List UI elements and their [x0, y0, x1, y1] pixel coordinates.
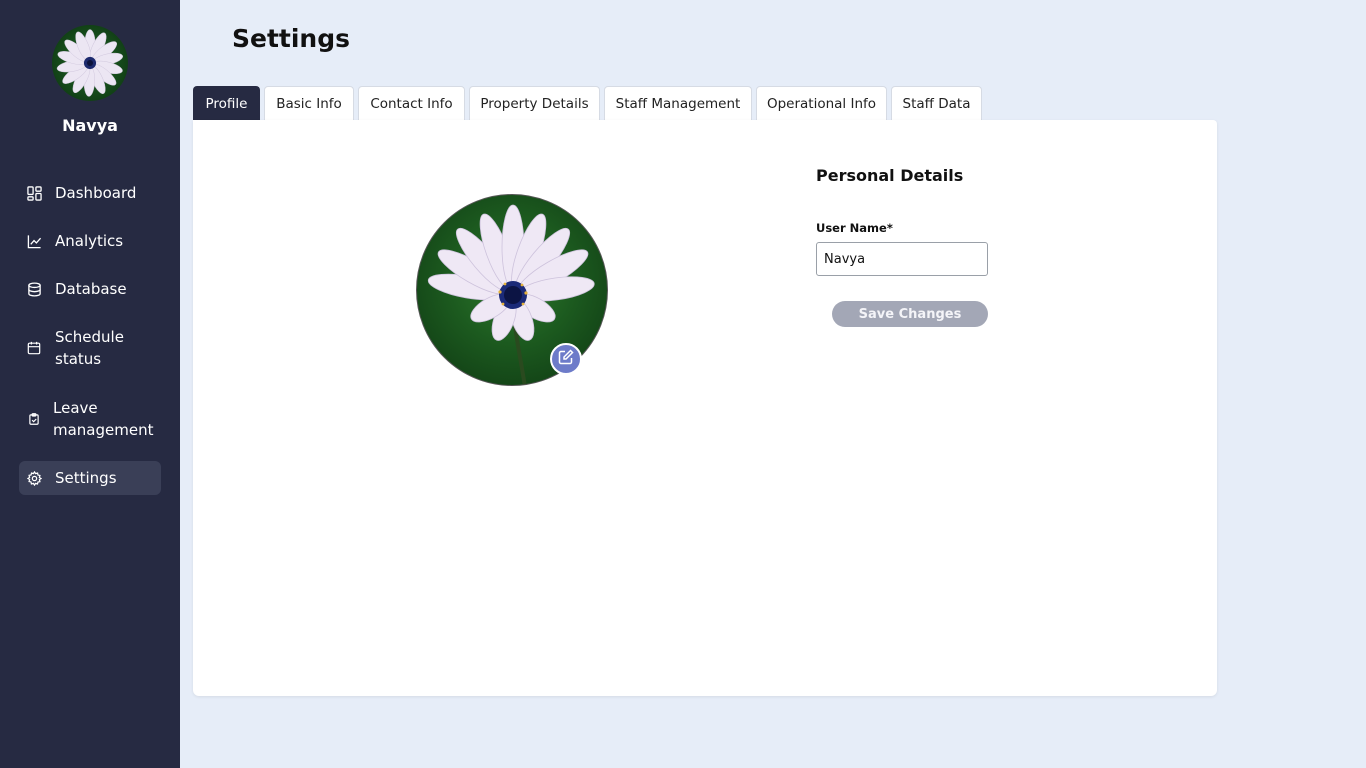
tab-staff-management[interactable]: Staff Management — [604, 86, 752, 120]
tab-basic-info[interactable]: Basic Info — [264, 86, 354, 120]
tab-operational-info[interactable]: Operational Info — [756, 86, 887, 120]
tab-profile[interactable]: Profile — [193, 86, 260, 120]
username-input[interactable] — [816, 242, 988, 276]
clipboard-icon — [26, 411, 42, 427]
sidebar-item-database[interactable]: Database — [19, 277, 161, 301]
profile-card — [193, 120, 1217, 696]
sidebar-item-leave-management[interactable]: Leave management — [19, 396, 161, 442]
dashboard-icon — [26, 185, 42, 201]
calendar-icon — [26, 340, 42, 356]
pencil-edit-icon — [558, 349, 574, 369]
sidebar-item-label: Leave management — [53, 399, 154, 439]
sidebar-item-label: Dashboard — [55, 184, 137, 202]
page-title: Settings — [232, 24, 351, 53]
section-title: Personal Details — [816, 166, 964, 185]
chart-line-icon — [26, 233, 42, 249]
avatar — [52, 25, 128, 101]
username-label: User Name* — [816, 221, 893, 235]
tab-property-details[interactable]: Property Details — [469, 86, 600, 120]
edit-avatar-button[interactable] — [550, 343, 582, 375]
sidebar-item-label: Analytics — [55, 232, 124, 250]
tab-staff-data[interactable]: Staff Data — [891, 86, 982, 120]
sidebar-item-label: Schedule status — [55, 328, 124, 368]
flower-image — [56, 29, 123, 97]
sidebar-item-label: Database — [55, 280, 127, 298]
save-changes-button[interactable]: Save Changes — [832, 301, 988, 327]
sidebar-item-dashboard[interactable]: Dashboard — [19, 181, 161, 205]
database-icon — [26, 281, 42, 297]
sidebar-item-settings[interactable]: Settings — [19, 461, 161, 495]
user-name: Navya — [62, 116, 118, 135]
sidebar: Navya Dashboard Analytics Database Sched… — [0, 0, 180, 768]
sidebar-item-schedule-status[interactable]: Schedule status — [19, 325, 161, 371]
gear-icon — [26, 470, 42, 486]
sidebar-item-label: Settings — [55, 469, 117, 487]
sidebar-item-analytics[interactable]: Analytics — [19, 229, 161, 253]
tab-contact-info[interactable]: Contact Info — [358, 86, 465, 120]
